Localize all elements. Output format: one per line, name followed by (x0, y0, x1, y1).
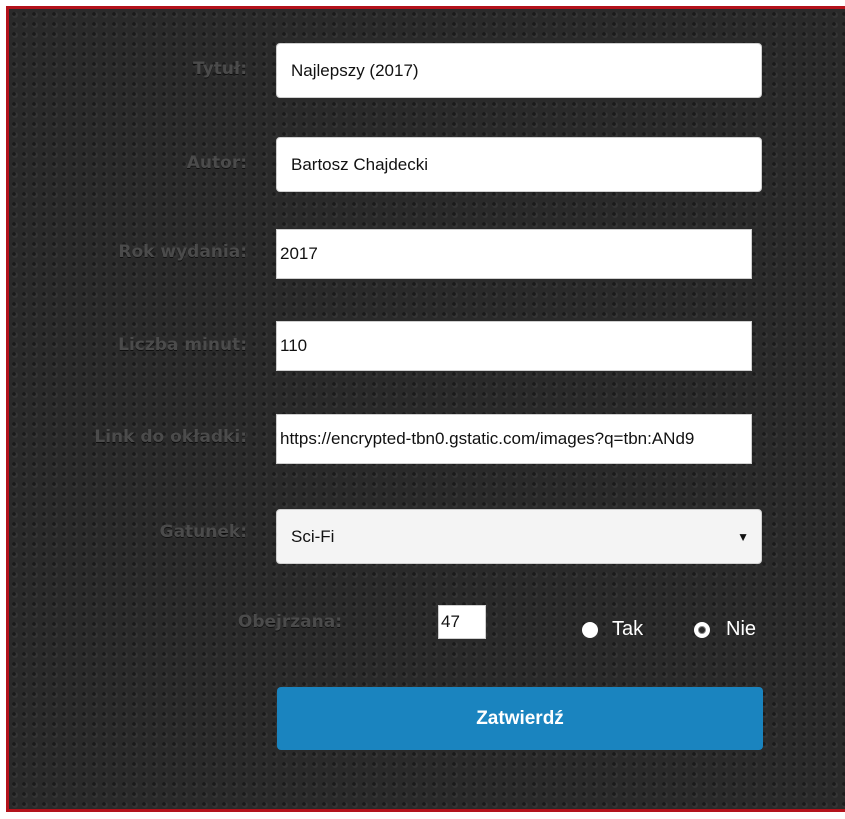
genre-select[interactable]: Sci-Fi ▼ (276, 509, 762, 564)
author-label: Autor: (186, 153, 247, 173)
year-input[interactable]: 2017 (276, 229, 752, 279)
submit-button[interactable]: Zatwierdź (277, 687, 763, 750)
author-input[interactable]: Bartosz Chajdecki (276, 137, 762, 192)
cover-link-label: Link do okładki: (94, 427, 247, 447)
dropdown-arrow-icon: ▼ (737, 529, 749, 544)
title-input[interactable]: Najlepszy (2017) (276, 43, 762, 98)
cover-link-input[interactable]: https://encrypted-tbn0.gstatic.com/image… (276, 414, 752, 464)
radio-nie-label: Nie (726, 618, 757, 640)
minutes-input[interactable]: 110 (276, 321, 752, 371)
radio-tak-label: Tak (612, 618, 644, 640)
watched-count-input[interactable]: 47 (438, 605, 486, 639)
watched-label: Obejrzana: (237, 612, 342, 632)
title-label: Tytuł: (193, 59, 247, 79)
genre-selected-value: Sci-Fi (291, 526, 335, 546)
radio-nie[interactable] (694, 622, 710, 638)
minutes-label: Liczba minut: (118, 335, 247, 355)
year-label: Rok wydania: (118, 242, 247, 262)
genre-label: Gatunek: (159, 522, 247, 542)
radio-tak[interactable] (582, 622, 598, 638)
